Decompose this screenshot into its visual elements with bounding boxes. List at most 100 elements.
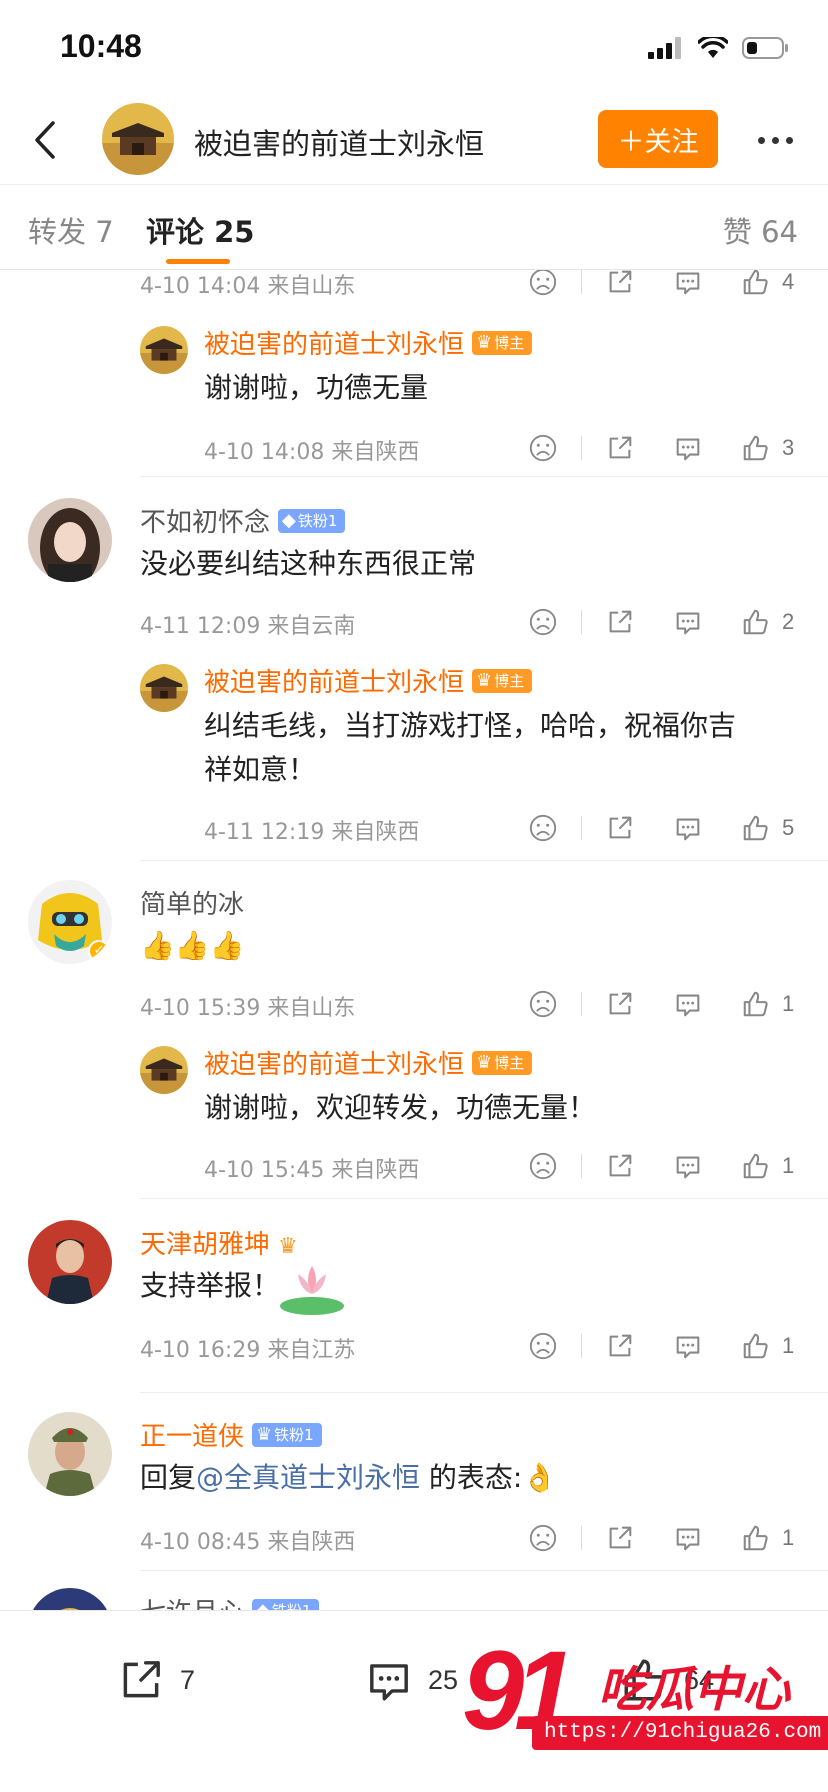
share-icon xyxy=(123,1661,160,1698)
reply-meta: 4-10 15:45 来自陕西 xyxy=(204,1158,420,1183)
reply-text: 谢谢啦，欢迎转发，功德无量！ xyxy=(204,1091,597,1124)
share-icon[interactable] xyxy=(604,270,636,298)
like-count: 4 xyxy=(782,270,795,294)
comment-list[interactable]: 4-10 14:04 来自山东 4 被迫害的前道士刘永恒 ♛ 博主 谢谢啦，功德无量… xyxy=(0,270,828,1610)
like-icon[interactable] xyxy=(740,1330,772,1362)
back-button[interactable] xyxy=(20,115,70,165)
mention-link[interactable]: @全真道士刘永恒 xyxy=(196,1461,420,1494)
verified-icon: ✓ xyxy=(88,940,110,962)
like-count: 1 xyxy=(782,1525,795,1550)
avatar[interactable] xyxy=(140,326,188,374)
blogger-badge: ♛ 博主 xyxy=(472,668,533,693)
header-username[interactable]: 被迫害的前道士刘永恒 xyxy=(194,121,484,163)
follow-button[interactable]: ＋关注 xyxy=(598,110,718,168)
like-icon[interactable] xyxy=(740,1150,772,1182)
repost-count: 7 xyxy=(180,1664,196,1695)
reply-text-line: 纠结毛线，当打游戏打怪，哈哈，祝福你吉 xyxy=(204,709,737,742)
comment-username[interactable]: 七许月心◆铁粉1 xyxy=(140,1592,320,1610)
reply-icon[interactable] xyxy=(672,270,704,298)
dislike-icon[interactable] xyxy=(527,988,559,1020)
bottom-repost-button[interactable]: 7 xyxy=(116,1655,195,1705)
like-icon[interactable] xyxy=(740,812,772,844)
comment-text: 支持举报！ xyxy=(140,1269,281,1302)
reply-username[interactable]: 被迫害的前道士刘永恒 ♛ 博主 xyxy=(204,662,533,699)
active-tab-indicator xyxy=(166,259,230,264)
dislike-icon[interactable] xyxy=(527,270,559,298)
tab-repost[interactable]: 转发 7 xyxy=(28,209,114,251)
comment-actions: 1 xyxy=(527,1328,798,1364)
share-icon[interactable] xyxy=(604,1330,636,1362)
reply-icon[interactable] xyxy=(672,1330,704,1362)
handshake-emoji-icon: 👌 xyxy=(522,1461,558,1494)
watermark-brand: 吃瓜中心 xyxy=(598,1662,791,1718)
comment-count: 25 xyxy=(428,1664,459,1695)
like-icon[interactable] xyxy=(740,432,772,464)
like-count: 3 xyxy=(782,435,795,460)
share-icon[interactable] xyxy=(604,432,636,464)
lotus-sticker-icon xyxy=(276,1256,348,1316)
like-icon[interactable] xyxy=(740,606,772,638)
crown-icon: ♛ xyxy=(476,332,493,353)
like-count: 1 xyxy=(782,991,795,1016)
tab-bar: 转发 7 评论 25 赞 64 xyxy=(0,185,828,270)
bottom-comment-button[interactable]: 25 xyxy=(364,1655,458,1705)
comment-meta: 4-11 12:09 来自云南 xyxy=(140,614,356,639)
avatar[interactable] xyxy=(28,1588,112,1610)
comment-text: 没必要纠结这种东西很正常 xyxy=(140,547,477,580)
reply-username[interactable]: 被迫害的前道士刘永恒 ♛ 博主 xyxy=(204,324,533,361)
dislike-icon[interactable] xyxy=(527,1330,559,1362)
share-icon[interactable] xyxy=(604,988,636,1020)
comment-actions: 1 xyxy=(527,1520,798,1556)
avatar[interactable] xyxy=(28,498,112,582)
avatar[interactable]: ✓ xyxy=(28,880,112,964)
share-icon[interactable] xyxy=(604,606,636,638)
comment-icon xyxy=(370,1664,408,1701)
like-icon[interactable] xyxy=(740,1522,772,1554)
comment-text: 回复@全真道士刘永恒 的表态:👌 xyxy=(140,1461,558,1494)
action-divider xyxy=(581,992,582,1016)
comment-actions: 1 xyxy=(527,986,798,1022)
dislike-icon[interactable] xyxy=(527,1150,559,1182)
avatar[interactable] xyxy=(140,1046,188,1094)
dislike-icon[interactable] xyxy=(527,1522,559,1554)
tab-like[interactable]: 赞 64 xyxy=(723,209,798,251)
reply-icon[interactable] xyxy=(672,1150,704,1182)
dislike-icon[interactable] xyxy=(527,606,559,638)
tab-comment[interactable]: 评论 25 xyxy=(146,209,254,251)
status-icons xyxy=(648,36,790,60)
watermark-url: https://91chigua26.com xyxy=(532,1716,828,1750)
action-divider xyxy=(581,270,582,294)
status-bar: 10:48 xyxy=(0,0,828,95)
like-icon[interactable] xyxy=(740,988,772,1020)
battery-icon xyxy=(742,37,788,59)
comment-username[interactable]: 简单的冰 xyxy=(140,884,244,921)
dislike-icon[interactable] xyxy=(527,812,559,844)
dislike-icon[interactable] xyxy=(527,432,559,464)
reply-username[interactable]: 被迫害的前道士刘永恒 ♛ 博主 xyxy=(204,1044,533,1081)
reply-icon[interactable] xyxy=(672,432,704,464)
comment-username[interactable]: 正一道侠 ♛ 铁粉1 xyxy=(140,1416,322,1453)
reply-icon[interactable] xyxy=(672,988,704,1020)
like-count: 1 xyxy=(782,1153,795,1178)
comment-meta: 4-10 15:39 来自山东 xyxy=(140,996,356,1021)
like-count: 1 xyxy=(782,1333,795,1358)
comment-username[interactable]: 不如初怀念 ◆ 铁粉1 xyxy=(140,502,346,539)
reply-icon[interactable] xyxy=(672,606,704,638)
share-icon[interactable] xyxy=(604,812,636,844)
more-dot xyxy=(757,136,765,144)
reply-icon[interactable] xyxy=(672,1522,704,1554)
header-avatar[interactable] xyxy=(102,103,174,175)
like-icon[interactable] xyxy=(740,270,772,298)
avatar[interactable] xyxy=(28,1220,112,1304)
comment-meta: 4-10 08:45 来自陕西 xyxy=(140,1530,356,1555)
avatar[interactable] xyxy=(28,1412,112,1496)
comment-meta: 4-10 14:04 来自山东 xyxy=(140,274,356,299)
header: 被迫害的前道士刘永恒 ＋关注 xyxy=(0,95,828,185)
reply-icon[interactable] xyxy=(672,812,704,844)
site-watermark: 91 吃瓜中心 https://91chigua26.com xyxy=(462,1628,828,1760)
avatar[interactable] xyxy=(140,664,188,712)
share-icon[interactable] xyxy=(604,1522,636,1554)
status-time: 10:48 xyxy=(60,28,142,64)
more-options-button[interactable] xyxy=(748,115,802,165)
share-icon[interactable] xyxy=(604,1150,636,1182)
